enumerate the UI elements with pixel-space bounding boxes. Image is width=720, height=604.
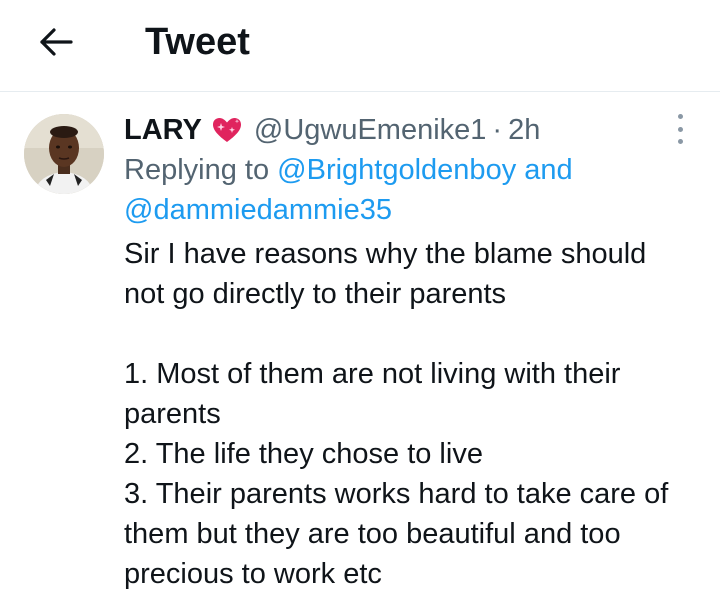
more-vertical-icon-dot xyxy=(677,139,683,144)
replying-and[interactable]: and xyxy=(524,154,572,186)
tweet-time[interactable]: 2h xyxy=(508,110,540,150)
replying-prefix: Replying to xyxy=(124,154,270,186)
author-name[interactable]: LARY xyxy=(124,110,202,150)
separator-dot: · xyxy=(492,114,503,146)
more-vertical-icon-dot xyxy=(677,114,683,119)
tweet-header: LARY @UgwuEmenike1 · 2h xyxy=(124,110,694,150)
page-title: Tweet xyxy=(145,21,250,63)
tweet-text-item-2: 2. The life they chose to live xyxy=(124,438,483,470)
more-vertical-icon-dot xyxy=(677,126,683,132)
more-options-button[interactable] xyxy=(672,114,688,144)
tweet-body: Sir I have reasons why the blame should … xyxy=(124,234,694,594)
tweet-text-intro: Sir I have reasons why the blame should … xyxy=(124,238,647,310)
tweet-content: LARY @UgwuEmenike1 · 2h Replying to @Bri… xyxy=(124,110,694,594)
sparkling-heart-icon xyxy=(210,115,244,145)
tweet-text-item-3: 3. Their parents works hard to take care… xyxy=(124,478,669,590)
tweet-text-item-1: 1. Most of them are not living with thei… xyxy=(124,358,621,430)
mention-link-1[interactable]: @Brightgoldenboy xyxy=(277,154,516,186)
mention-link-2[interactable]: @dammiedammie35 xyxy=(124,194,392,226)
back-button[interactable] xyxy=(30,20,82,64)
top-bar: Tweet xyxy=(0,0,720,92)
avatar[interactable] xyxy=(24,114,104,194)
author-handle[interactable]: @UgwuEmenike1 xyxy=(254,110,487,150)
replying-to: Replying to @Brightgoldenboy and @dammie… xyxy=(124,150,694,230)
arrow-left-icon xyxy=(38,27,74,57)
